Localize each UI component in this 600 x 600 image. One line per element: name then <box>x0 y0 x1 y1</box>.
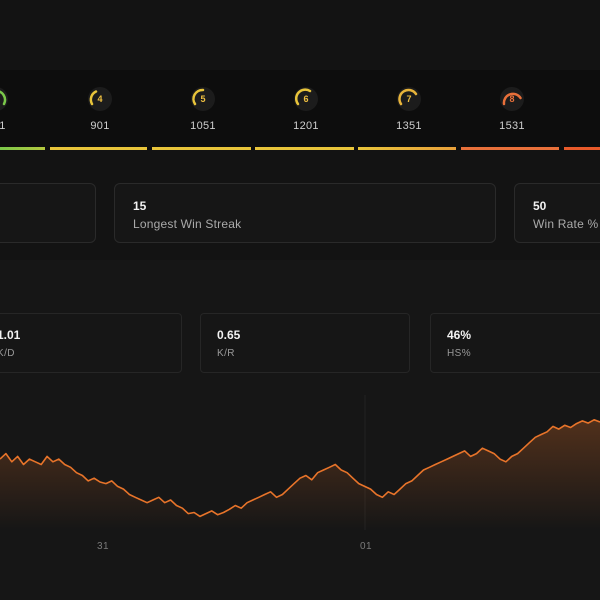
level-item: 8 1531 <box>464 86 560 132</box>
level-bar <box>152 147 251 150</box>
level-bar <box>461 147 559 150</box>
summary-value: 50 <box>533 199 547 213</box>
level-item: 6 1201 <box>258 86 354 132</box>
summary-label: Longest Win Streak <box>133 217 242 231</box>
level-bar <box>0 147 45 150</box>
level-bar <box>358 147 456 150</box>
level-bar <box>564 147 600 150</box>
level-elo: 1201 <box>293 120 319 132</box>
stat-value: 0.65 <box>217 328 241 342</box>
summary-card-win-rate: 50 Win Rate % <box>514 183 600 243</box>
level-item: 5 1051 <box>155 86 251 132</box>
level-item: 3 751 <box>0 86 44 132</box>
level-badge-icon: 8 <box>499 86 525 112</box>
level-badge-icon: 4 <box>87 86 113 112</box>
level-number: 7 <box>406 94 412 104</box>
chart-x-tick: 31 <box>97 541 109 552</box>
level-number: 4 <box>97 94 103 104</box>
stat-card-kr: 0.65 K/R <box>200 313 410 373</box>
summary-value: 15 <box>133 199 147 213</box>
level-number: 6 <box>303 94 309 104</box>
level-elo: 1701 <box>567 120 600 132</box>
stat-label: HS% <box>447 348 471 359</box>
level-elo: 1051 <box>190 120 216 132</box>
stat-card-hs: 46% HS% <box>430 313 600 373</box>
chart-x-tick: 01 <box>360 541 372 552</box>
summary-label: Win Rate % <box>533 217 599 231</box>
level-elo: 751 <box>0 120 6 132</box>
summary-card-longest-win-streak: 15 Longest Win Streak <box>114 183 496 243</box>
elo-history-chart: 31 01 <box>0 395 600 552</box>
level-number: 8 <box>509 94 515 104</box>
level-badge-icon: 7 <box>396 86 422 112</box>
stat-label: K/D <box>0 348 15 359</box>
level-badge-icon: 5 <box>190 86 216 112</box>
level-elo: 1531 <box>499 120 525 132</box>
level-badge-icon: 6 <box>293 86 319 112</box>
level-item: 4 901 <box>52 86 148 132</box>
stat-card-kd: 1.01 K/D <box>0 313 182 373</box>
level-elo: 901 <box>90 120 110 132</box>
level-bar <box>255 147 354 150</box>
stat-value: 46% <box>447 328 472 342</box>
level-item: 7 1351 <box>361 86 457 132</box>
stat-value: 1.01 <box>0 328 21 342</box>
level-number: 3 <box>0 86 9 112</box>
stat-label: K/R <box>217 348 235 359</box>
level-elo: 1351 <box>396 120 422 132</box>
level-badge-icon: 3 <box>0 86 9 112</box>
level-number: 5 <box>200 94 206 104</box>
level-bar <box>50 147 147 150</box>
level-progress-strip: 3 751 4 901 5 1051 6 1201 7 1351 <box>0 70 600 150</box>
summary-card <box>0 183 96 243</box>
level-item: 9 1701 <box>567 86 600 132</box>
chart-area-fill <box>0 419 600 530</box>
